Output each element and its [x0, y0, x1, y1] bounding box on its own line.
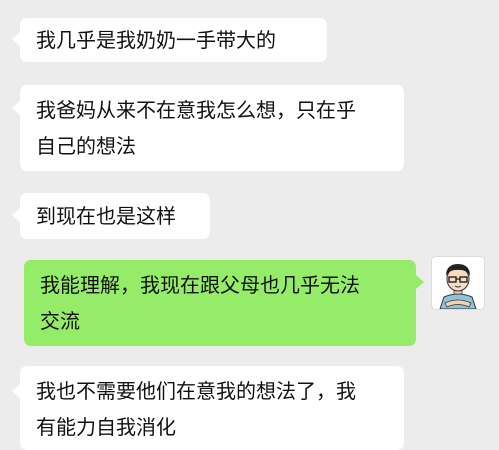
incoming-message[interactable]: 我几乎是我奶奶一手带大的	[20, 18, 327, 62]
message-text: 到现在也是这样	[36, 204, 176, 228]
outgoing-message[interactable]: 我能理解，我现在跟父母也几乎无法 交流	[24, 260, 416, 346]
incoming-message[interactable]: 我也不需要他们在意我的想法了，我 有能力自我消化	[20, 366, 404, 450]
message-text: 交流	[40, 309, 80, 333]
bubble-tail	[416, 275, 424, 289]
message-text: 我能理解，我现在跟父母也几乎无法	[40, 273, 360, 297]
chat-area[interactable]: 我几乎是我奶奶一手带大的 我爸妈从来不在意我怎么想，只在乎 自己的想法 到现在也…	[0, 0, 499, 450]
message-text: 我也不需要他们在意我的想法了，我	[36, 379, 356, 403]
bubble-tail	[12, 384, 20, 398]
message-text: 自己的想法	[36, 134, 136, 158]
bubble-tail	[12, 32, 20, 46]
incoming-message[interactable]: 到现在也是这样	[20, 193, 210, 239]
avatar-icon	[432, 257, 484, 309]
bubble-tail	[12, 101, 20, 115]
message-text: 我爸妈从来不在意我怎么想，只在乎	[36, 98, 356, 122]
incoming-message[interactable]: 我爸妈从来不在意我怎么想，只在乎 自己的想法	[20, 85, 404, 171]
message-text: 有能力自我消化	[36, 415, 176, 439]
bubble-tail	[12, 208, 20, 222]
message-text: 我几乎是我奶奶一手带大的	[36, 28, 276, 52]
cartoon-man-with-glasses-avatar[interactable]	[431, 256, 485, 310]
